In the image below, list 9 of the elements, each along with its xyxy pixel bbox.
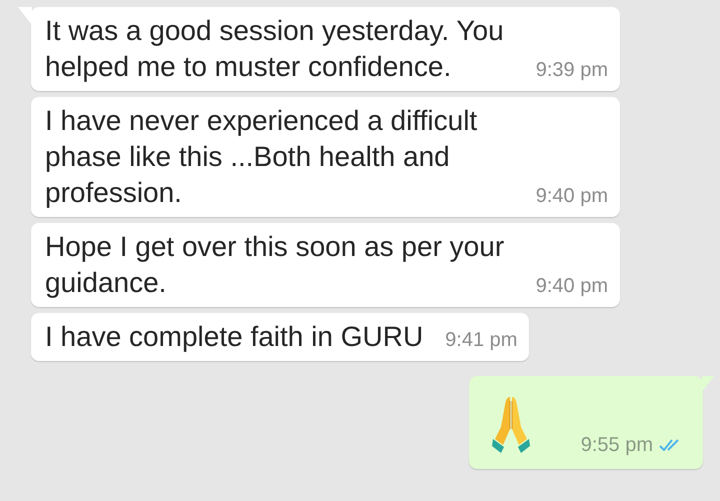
message-text: Hope I get over this soon as per your guidance. bbox=[45, 230, 506, 300]
message-text: I have never experienced a difficult phase like this ...Both health and profession. bbox=[45, 104, 478, 210]
message-text: I have complete faith in GURU bbox=[45, 320, 424, 354]
message-text: It was a good session yesterday. You helped me to muster confidence. bbox=[45, 14, 505, 84]
message-time: 9:41 pm bbox=[445, 328, 518, 353]
message-time: 9:55 pm bbox=[580, 435, 653, 455]
message-time: 9:40 pm bbox=[536, 274, 608, 299]
message-time: 9:39 pm bbox=[536, 58, 608, 83]
message-time: 9:40 pm bbox=[536, 184, 608, 209]
